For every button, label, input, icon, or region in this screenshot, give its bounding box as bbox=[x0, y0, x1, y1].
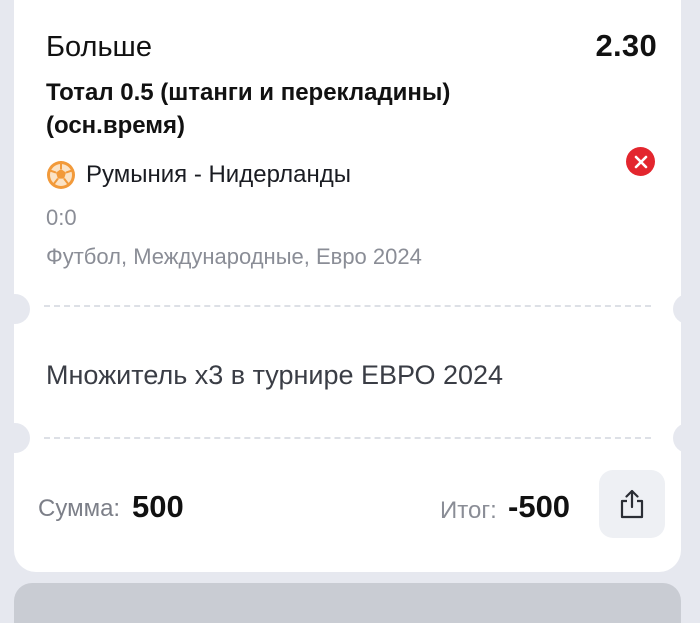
remove-bet-button[interactable] bbox=[626, 147, 655, 176]
next-card-edge bbox=[14, 583, 681, 623]
match-name[interactable]: Румыния - Нидерланды bbox=[86, 161, 351, 189]
bet-odds: 2.30 bbox=[595, 28, 657, 63]
sum-value: 500 bbox=[132, 489, 184, 524]
ticket-notch-left bbox=[0, 423, 30, 453]
close-icon bbox=[634, 155, 647, 168]
divider bbox=[44, 305, 651, 307]
league-info: Футбол, Международные, Евро 2024 bbox=[46, 244, 422, 269]
ticket-notch-right bbox=[673, 294, 700, 324]
ticket-notch-left bbox=[0, 294, 30, 324]
bet-outcome: Больше bbox=[46, 31, 152, 63]
ticket-footer: Сумма: 500 Итог: -500 bbox=[38, 470, 667, 540]
promo-text: Множитель x3 в турнире ЕВРО 2024 bbox=[46, 360, 504, 390]
total-value: -500 bbox=[508, 489, 571, 524]
ticket-notch-right bbox=[673, 423, 700, 453]
total-label: Итог: bbox=[440, 497, 497, 524]
share-icon bbox=[620, 489, 644, 519]
bet-header-row: Больше 2.30 bbox=[46, 28, 657, 64]
sum-label: Сумма: bbox=[38, 495, 121, 522]
match-row: Румыния - Нидерланды bbox=[46, 160, 351, 190]
share-button[interactable] bbox=[599, 470, 665, 538]
match-score: 0:0 bbox=[46, 205, 77, 230]
divider bbox=[44, 437, 651, 439]
bet-ticket-card: Больше 2.30 Тотал 0.5 (штанги и переклад… bbox=[14, 0, 681, 572]
bet-market: Тотал 0.5 (штанги и перекладины) (осн.вр… bbox=[46, 79, 451, 139]
football-icon bbox=[46, 160, 76, 190]
